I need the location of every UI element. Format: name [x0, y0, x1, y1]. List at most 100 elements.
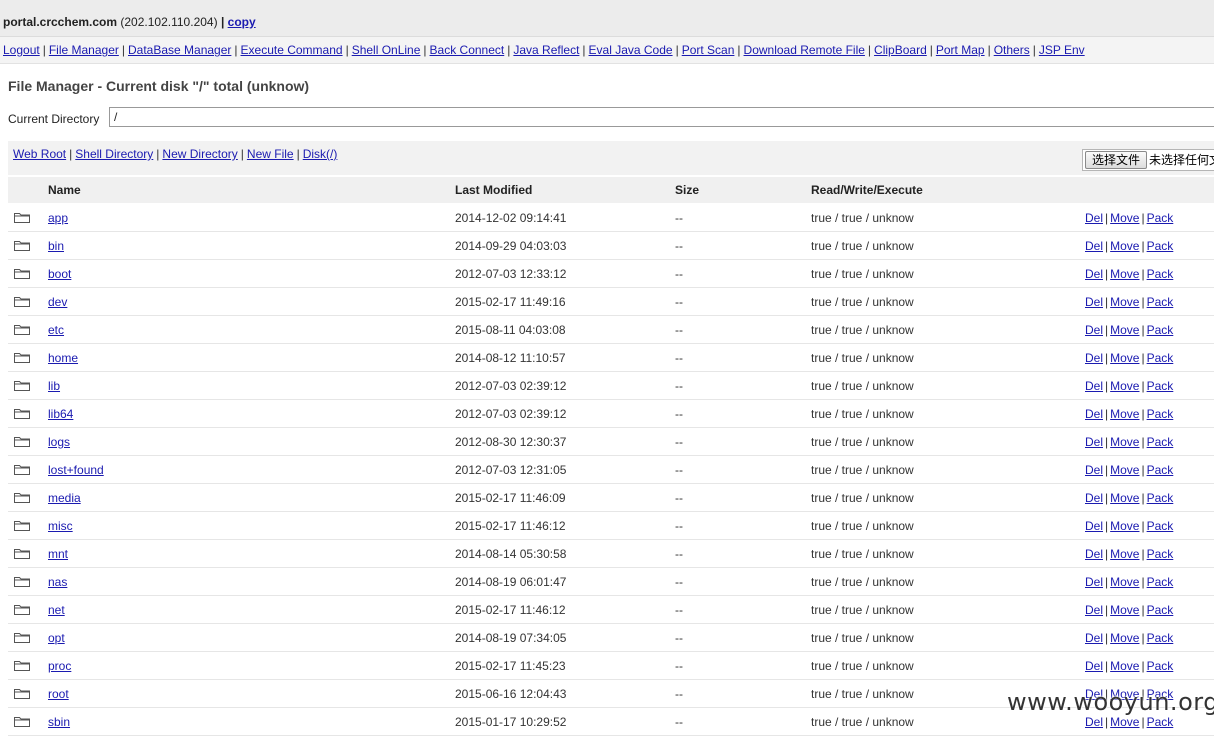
pack-link[interactable]: Pack: [1147, 715, 1174, 729]
row-actions: Del | Move | Pack: [1085, 435, 1173, 449]
del-link[interactable]: Del: [1085, 519, 1103, 533]
pack-link[interactable]: Pack: [1147, 323, 1174, 337]
toolbar-web-root[interactable]: Web Root: [13, 147, 66, 161]
del-link[interactable]: Del: [1085, 435, 1103, 449]
move-link[interactable]: Move: [1110, 603, 1139, 617]
toolbar-shell-directory[interactable]: Shell Directory: [75, 147, 153, 161]
nav-logout[interactable]: Logout: [3, 43, 40, 57]
choose-file-button[interactable]: 选择文件: [1085, 151, 1148, 169]
move-link[interactable]: Move: [1110, 715, 1139, 729]
pack-link[interactable]: Pack: [1147, 491, 1174, 505]
folder-name-link[interactable]: home: [48, 351, 78, 365]
folder-name-link[interactable]: etc: [48, 323, 64, 337]
link-separator: |: [1105, 295, 1109, 309]
pack-link[interactable]: Pack: [1147, 211, 1174, 225]
folder-name-link[interactable]: app: [48, 211, 68, 225]
pack-link[interactable]: Pack: [1147, 603, 1174, 617]
nav-java-reflect[interactable]: Java Reflect: [513, 43, 579, 57]
folder-name-link[interactable]: opt: [48, 631, 65, 645]
del-link[interactable]: Del: [1085, 407, 1103, 421]
toolbar-new-file[interactable]: New File: [247, 147, 294, 161]
folder-name-link[interactable]: root: [48, 687, 69, 701]
del-link[interactable]: Del: [1085, 715, 1103, 729]
move-link[interactable]: Move: [1110, 631, 1139, 645]
pack-link[interactable]: Pack: [1147, 267, 1174, 281]
move-link[interactable]: Move: [1110, 211, 1139, 225]
nav-jsp-env[interactable]: JSP Env: [1039, 43, 1085, 57]
move-link[interactable]: Move: [1110, 239, 1139, 253]
folder-name-link[interactable]: proc: [48, 659, 71, 673]
move-link[interactable]: Move: [1110, 491, 1139, 505]
nav-shell-online[interactable]: Shell OnLine: [352, 43, 421, 57]
del-link[interactable]: Del: [1085, 463, 1103, 477]
del-link[interactable]: Del: [1085, 351, 1103, 365]
folder-name-link[interactable]: logs: [48, 435, 70, 449]
del-link[interactable]: Del: [1085, 323, 1103, 337]
move-link[interactable]: Move: [1110, 435, 1139, 449]
del-link[interactable]: Del: [1085, 659, 1103, 673]
del-link[interactable]: Del: [1085, 491, 1103, 505]
current-directory-input[interactable]: /: [109, 107, 1214, 127]
move-link[interactable]: Move: [1110, 295, 1139, 309]
del-link[interactable]: Del: [1085, 631, 1103, 645]
nav-port-scan[interactable]: Port Scan: [682, 43, 735, 57]
folder-name-link[interactable]: net: [48, 603, 65, 617]
nav-download-remote-file[interactable]: Download Remote File: [744, 43, 865, 57]
pack-link[interactable]: Pack: [1147, 547, 1174, 561]
pack-link[interactable]: Pack: [1147, 659, 1174, 673]
del-link[interactable]: Del: [1085, 379, 1103, 393]
pack-link[interactable]: Pack: [1147, 575, 1174, 589]
move-link[interactable]: Move: [1110, 267, 1139, 281]
pack-link[interactable]: Pack: [1147, 295, 1174, 309]
nav-database-manager[interactable]: DataBase Manager: [128, 43, 231, 57]
nav-execute-command[interactable]: Execute Command: [241, 43, 343, 57]
nav-file-manager[interactable]: File Manager: [49, 43, 119, 57]
pack-link[interactable]: Pack: [1147, 463, 1174, 477]
pack-link[interactable]: Pack: [1147, 407, 1174, 421]
toolbar-disk[interactable]: Disk(/): [303, 147, 338, 161]
del-link[interactable]: Del: [1085, 211, 1103, 225]
pack-link[interactable]: Pack: [1147, 435, 1174, 449]
folder-name-link[interactable]: lib64: [48, 407, 73, 421]
nav-port-map[interactable]: Port Map: [936, 43, 985, 57]
link-separator: |: [929, 43, 933, 57]
copy-link[interactable]: copy: [228, 15, 256, 29]
move-link[interactable]: Move: [1110, 379, 1139, 393]
move-link[interactable]: Move: [1110, 323, 1139, 337]
folder-name-link[interactable]: misc: [48, 519, 73, 533]
del-link[interactable]: Del: [1085, 575, 1103, 589]
folder-name-link[interactable]: nas: [48, 575, 67, 589]
pack-link[interactable]: Pack: [1147, 239, 1174, 253]
pack-link[interactable]: Pack: [1147, 351, 1174, 365]
move-link[interactable]: Move: [1110, 463, 1139, 477]
nav-back-connect[interactable]: Back Connect: [430, 43, 505, 57]
folder-name-link[interactable]: bin: [48, 239, 64, 253]
move-link[interactable]: Move: [1110, 547, 1139, 561]
file-upload-picker[interactable]: 选择文件未选择任何文件: [1082, 149, 1214, 171]
del-link[interactable]: Del: [1085, 547, 1103, 561]
del-link[interactable]: Del: [1085, 239, 1103, 253]
folder-name-link[interactable]: boot: [48, 267, 71, 281]
del-link[interactable]: Del: [1085, 295, 1103, 309]
move-link[interactable]: Move: [1110, 519, 1139, 533]
move-link[interactable]: Move: [1110, 407, 1139, 421]
nav-others[interactable]: Others: [994, 43, 1030, 57]
folder-name-link[interactable]: dev: [48, 295, 67, 309]
pack-link[interactable]: Pack: [1147, 519, 1174, 533]
folder-name-link[interactable]: mnt: [48, 547, 68, 561]
move-link[interactable]: Move: [1110, 575, 1139, 589]
pack-link[interactable]: Pack: [1147, 379, 1174, 393]
move-link[interactable]: Move: [1110, 351, 1139, 365]
link-separator: |: [1141, 547, 1145, 561]
move-link[interactable]: Move: [1110, 659, 1139, 673]
folder-name-link[interactable]: media: [48, 491, 81, 505]
pack-link[interactable]: Pack: [1147, 631, 1174, 645]
folder-name-link[interactable]: lib: [48, 379, 60, 393]
del-link[interactable]: Del: [1085, 267, 1103, 281]
nav-clipboard[interactable]: ClipBoard: [874, 43, 927, 57]
folder-name-link[interactable]: lost+found: [48, 463, 104, 477]
nav-eval-java-code[interactable]: Eval Java Code: [589, 43, 673, 57]
folder-name-link[interactable]: sbin: [48, 715, 70, 729]
toolbar-new-directory[interactable]: New Directory: [162, 147, 237, 161]
del-link[interactable]: Del: [1085, 603, 1103, 617]
